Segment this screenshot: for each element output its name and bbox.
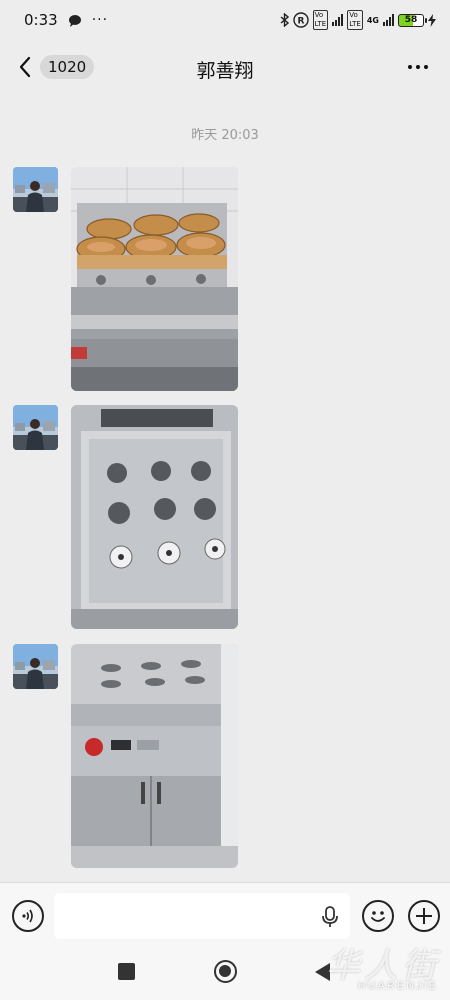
home-button[interactable] bbox=[214, 960, 237, 983]
status-time: 0:33 bbox=[24, 11, 58, 29]
recent-apps-button[interactable] bbox=[118, 963, 135, 980]
contact-avatar[interactable] bbox=[13, 405, 58, 450]
more-dot-icon bbox=[408, 65, 412, 69]
charging-icon bbox=[428, 13, 436, 27]
chat-title: 郭善翔 bbox=[196, 60, 254, 82]
more-dot-icon bbox=[416, 65, 420, 69]
steamer-baskets-photo bbox=[71, 167, 238, 391]
svg-text:R: R bbox=[297, 17, 304, 27]
more-notifications-icon: ··· bbox=[91, 12, 109, 28]
battery-level: 58 bbox=[404, 15, 418, 25]
message-input-bar bbox=[0, 882, 450, 948]
volte-tag-1: Vo LTE bbox=[312, 10, 329, 30]
signal-icon-2 bbox=[383, 14, 394, 26]
contact-avatar[interactable] bbox=[13, 644, 58, 689]
emoji-button[interactable] bbox=[362, 900, 394, 932]
plus-icon bbox=[416, 908, 432, 924]
more-functions-button[interactable] bbox=[408, 900, 440, 932]
status-bar: 0:33 ··· R Vo LTE Vo LTE 4G 58 bbox=[0, 0, 450, 40]
system-back-button[interactable] bbox=[312, 961, 332, 983]
chat-notification-icon bbox=[68, 14, 81, 27]
network-type: 4G bbox=[366, 15, 379, 25]
more-options-button[interactable] bbox=[404, 54, 432, 80]
voice-wave-icon bbox=[22, 909, 33, 923]
voice-mode-button[interactable] bbox=[12, 900, 44, 932]
steamer-cabinet-photo bbox=[71, 644, 238, 868]
smiley-icon bbox=[371, 911, 385, 922]
message-timestamp: 昨天 20:03 bbox=[191, 128, 259, 143]
contact-avatar[interactable] bbox=[13, 167, 58, 212]
microphone-icon[interactable] bbox=[320, 905, 340, 929]
system-navigation-bar bbox=[0, 948, 450, 1000]
image-message[interactable] bbox=[71, 167, 238, 391]
volte-tag-2: Vo LTE bbox=[347, 10, 363, 30]
image-message[interactable] bbox=[71, 405, 238, 629]
steamer-top-photo bbox=[71, 405, 238, 629]
bluetooth-icon bbox=[280, 13, 289, 27]
chat-header: 1020 郭善翔 bbox=[0, 40, 450, 94]
more-dot-icon bbox=[424, 65, 428, 69]
image-message[interactable] bbox=[71, 644, 238, 868]
signal-icon-1 bbox=[332, 14, 344, 26]
message-text-input[interactable] bbox=[54, 893, 350, 939]
chat-messages[interactable]: 昨天 20:03 bbox=[0, 94, 450, 882]
registered-icon: R bbox=[292, 12, 309, 28]
battery-icon: 58 bbox=[398, 13, 427, 27]
